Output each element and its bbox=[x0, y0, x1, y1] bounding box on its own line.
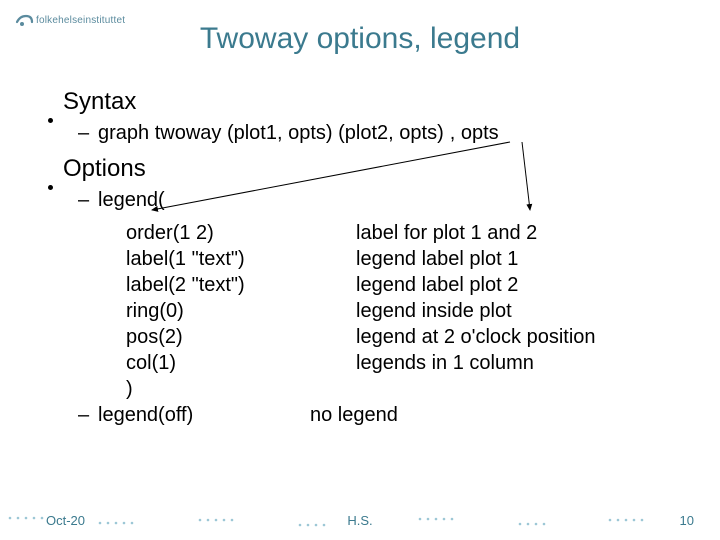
option-code: order(1 2) bbox=[126, 220, 356, 246]
legend-off-desc: no legend bbox=[310, 402, 680, 428]
options-heading: Options bbox=[63, 155, 146, 183]
option-row: col(1) legends in 1 column bbox=[126, 350, 680, 376]
option-desc bbox=[356, 376, 680, 402]
option-desc: legends in 1 column bbox=[356, 350, 680, 376]
bullet-icon bbox=[48, 185, 53, 190]
legend-off-row: – legend(off) no legend bbox=[78, 402, 680, 428]
option-row: label(2 "text") legend label plot 2 bbox=[126, 272, 680, 298]
bullet-icon bbox=[48, 118, 53, 123]
syntax-text-prefix: graph twoway (plot1, opts) (plot2, opts) bbox=[98, 122, 444, 145]
legend-open-text: legend( bbox=[98, 189, 165, 212]
bullet-syntax: Syntax bbox=[48, 88, 680, 116]
option-row: pos(2) legend at 2 o'clock position bbox=[126, 324, 680, 350]
option-code: col(1) bbox=[126, 350, 356, 376]
syntax-heading: Syntax bbox=[63, 88, 136, 116]
legend-options-block: order(1 2) label for plot 1 and 2 label(… bbox=[126, 220, 680, 402]
option-code: label(1 "text") bbox=[126, 246, 356, 272]
option-code: ) bbox=[126, 376, 356, 402]
option-desc: legend label plot 1 bbox=[356, 246, 680, 272]
slide-footer: Oct-20 H.S. 10 bbox=[0, 513, 720, 528]
option-code: pos(2) bbox=[126, 324, 356, 350]
option-desc: label for plot 1 and 2 bbox=[356, 220, 680, 246]
dash-icon: – bbox=[78, 404, 92, 427]
footer-author: H.S. bbox=[0, 513, 720, 528]
option-desc: legend inside plot bbox=[356, 298, 680, 324]
option-row: order(1 2) label for plot 1 and 2 bbox=[126, 220, 680, 246]
option-row: ) bbox=[126, 376, 680, 402]
legend-off-code: legend(off) bbox=[98, 402, 310, 428]
option-desc: legend at 2 o'clock position bbox=[356, 324, 680, 350]
dash-icon: – bbox=[78, 122, 92, 145]
footer-date: Oct-20 bbox=[46, 513, 85, 528]
option-row: label(1 "text") legend label plot 1 bbox=[126, 246, 680, 272]
option-desc: legend label plot 2 bbox=[356, 272, 680, 298]
footer-page-number: 10 bbox=[680, 513, 694, 528]
option-code: label(2 "text") bbox=[126, 272, 356, 298]
syntax-line: – graph twoway (plot1, opts) (plot2, opt… bbox=[78, 122, 680, 145]
option-code: ring(0) bbox=[126, 298, 356, 324]
legend-open-row: – legend( bbox=[78, 189, 680, 212]
slide-title: Twoway options, legend bbox=[0, 22, 720, 56]
slide-body: Syntax – graph twoway (plot1, opts) (plo… bbox=[48, 88, 680, 436]
syntax-text-suffix: , opts bbox=[450, 122, 499, 145]
option-row: ring(0) legend inside plot bbox=[126, 298, 680, 324]
dash-icon: – bbox=[78, 189, 92, 212]
bullet-options: Options bbox=[48, 155, 680, 183]
